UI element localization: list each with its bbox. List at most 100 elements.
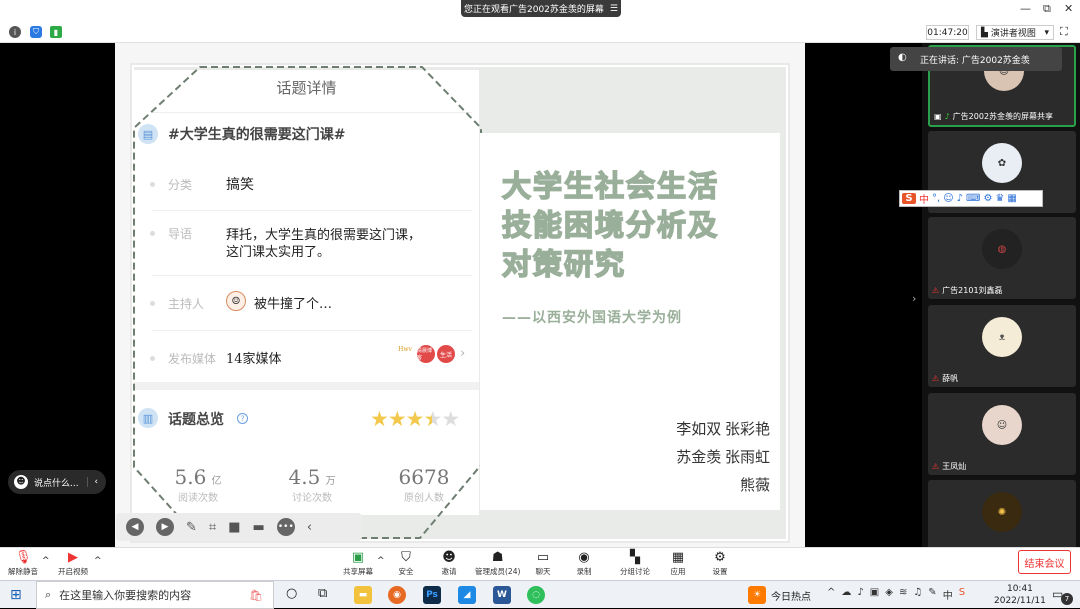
help-icon[interactable]: ? [237, 413, 248, 424]
chat-label: 聊天 [535, 567, 551, 576]
mic-icon[interactable]: ♪ [957, 193, 963, 204]
meeting-tray-icon[interactable]: ▣ [870, 587, 879, 602]
wifi-icon[interactable]: ≋ [899, 587, 907, 602]
cortana-icon[interactable]: ○ [286, 586, 297, 601]
emoji-icon[interactable]: ☺ [943, 193, 953, 204]
chat-input[interactable]: ☻ 说点什么... ‹ [8, 470, 106, 494]
participant-sidebar: ☺ ▣ ♪ 广告2002苏金羡的屏幕共享 ✿ ◍ ⚠ 广告2101刘鑫磊 ᴥ ⚠ 薛帆 … [922, 43, 1080, 562]
speaking-indicator: ◐ 正在讲话: 广告2002苏金羡 [890, 47, 1062, 71]
breakout-button[interactable]: ▚ 分组讨论 [620, 550, 650, 577]
stat-label: 原创人数 [404, 493, 444, 504]
network-icon[interactable]: ◈ [885, 587, 893, 602]
firefox-icon[interactable]: ◉ [388, 586, 406, 604]
signal-icon[interactable]: ▮ [50, 26, 62, 38]
media-label: 发布媒体 [168, 352, 217, 366]
tile-name: ▣ ♪ 广告2002苏金羡的屏幕共享 [934, 111, 1053, 122]
chevron-left-icon[interactable]: ‹ [87, 477, 98, 487]
tools-icon[interactable]: ⚙ [983, 193, 992, 204]
keyboard-icon[interactable]: ⌨ [966, 193, 980, 204]
intro-row: 导语 拜托，大学生真的很需要这门课， 这门课太实用了。 [134, 215, 479, 273]
media-logo-2: 清晨博客 [417, 345, 435, 363]
mute-button[interactable]: 🎙 解除静音 [8, 550, 38, 577]
gear-icon: ⚙ [714, 550, 726, 565]
hot-news-label[interactable]: 今日热点 [771, 588, 811, 603]
chat-button[interactable]: ▭ 聊天 [535, 550, 551, 577]
ime-icon[interactable]: 中 [943, 587, 953, 602]
stat-number: 6678 [398, 465, 450, 489]
sogou-icon[interactable]: S [959, 587, 965, 602]
volume-icon[interactable]: ♫ [913, 587, 922, 602]
ime-mode-label[interactable]: 中 [919, 191, 929, 206]
taskbar-search[interactable]: ⌕ 在这里输入你要搜索的内容 🛍 [36, 581, 274, 609]
media-logo-1: Hwv [398, 346, 412, 353]
tile-participant[interactable]: ᴥ ⚠ 薛帆 [928, 305, 1076, 387]
invite-label: 邀请 [441, 567, 457, 576]
chevron-up-icon[interactable]: ^ [827, 587, 835, 602]
screenshot-icon[interactable]: ⌗ [209, 520, 216, 535]
tile-label: 王凤灿 [942, 462, 967, 471]
top-bar: 您正在观看广告2002苏金羡的屏幕 ☰ — ⧉ ✕ i ⛉ ▮ 01:47:20… [0, 0, 1080, 43]
tile-participant[interactable]: ◍ ⚠ 广告2101刘鑫磊 [928, 217, 1076, 299]
cloud-icon[interactable]: ☁ [841, 587, 851, 602]
comment-icon[interactable]: ▬ [253, 520, 265, 535]
media-row[interactable]: 发布媒体 14家媒体 Hwv 清晨博客 生活 › [134, 340, 479, 376]
meeting-app-icon[interactable]: ◢ [458, 586, 476, 604]
stat-discussions: 4.5 万 讨论次数 [272, 465, 352, 504]
file-explorer-icon[interactable]: ▬ [354, 586, 372, 604]
members-icon: ☗ [491, 550, 504, 565]
divider [152, 210, 472, 211]
viewing-banner[interactable]: 您正在观看广告2002苏金羡的屏幕 ☰ [461, 0, 621, 17]
minimize-button[interactable]: — [1020, 2, 1031, 15]
view-mode-button[interactable]: ▙ 演讲者视图 ▾ [976, 25, 1054, 40]
stat-reads: 5.6 亿 阅读次数 [158, 465, 238, 504]
divider [152, 330, 472, 331]
chevron-up-icon[interactable]: ^ [42, 556, 50, 566]
close-button[interactable]: ✕ [1064, 2, 1073, 15]
host-name[interactable]: 被牛撞了个… [254, 293, 332, 312]
word-icon[interactable]: W [493, 586, 511, 604]
photoshop-icon[interactable]: Ps [423, 586, 441, 604]
invite-button[interactable]: ☻ 邀请 [441, 550, 457, 577]
restore-button[interactable]: ⧉ [1043, 2, 1051, 16]
settings-button[interactable]: ⚙ 设置 [712, 550, 728, 577]
end-meeting-button[interactable]: 结束会议 [1018, 550, 1071, 574]
more-icon[interactable]: ••• [276, 518, 295, 536]
punctuation-icon[interactable]: °, [932, 193, 940, 204]
hamburger-icon[interactable]: ☰ [610, 4, 618, 14]
category-value: 搞笑 [226, 177, 254, 193]
pen-icon[interactable]: ✎ [186, 520, 197, 535]
video-button[interactable]: ▶ 开启视频 [58, 550, 88, 577]
fullscreen-icon[interactable]: ⛶ [1060, 25, 1068, 39]
star-icon: ★ [387, 407, 407, 431]
emoji-icon[interactable]: ☻ [14, 475, 28, 489]
tile-participant[interactable]: ☺ ⚠ 王凤灿 [928, 393, 1076, 475]
collapse-left-icon[interactable]: ‹ [307, 520, 312, 535]
task-view-icon[interactable]: ⧉ [318, 586, 327, 601]
skin-icon[interactable]: ♛ [995, 193, 1004, 204]
prev-slide-icon[interactable]: ◀ [126, 518, 144, 536]
apps-button[interactable]: ▦ 应用 [670, 550, 686, 577]
chevron-up-icon[interactable]: ^ [377, 556, 385, 566]
chevron-up-icon[interactable]: ^ [94, 556, 102, 566]
grid-icon[interactable]: ▦ [1007, 193, 1016, 204]
meeting-timer: 01:47:20 [926, 25, 969, 40]
members-button[interactable]: ☗ 管理成员(24) [475, 550, 520, 577]
record-button[interactable]: ◉ 录制 [576, 550, 592, 577]
shield-icon[interactable]: ⛉ [30, 26, 42, 38]
collapse-sidebar-icon[interactable]: › [912, 292, 916, 305]
next-slide-icon[interactable]: ▶ [156, 518, 174, 536]
topic-title: #大学生真的很需要这门课# [168, 127, 346, 143]
security-icon: ⛉ [401, 550, 411, 565]
windows-start-icon[interactable]: ⊞ [10, 587, 22, 603]
ime-toolbar[interactable]: S 中 °, ☺ ♪ ⌨ ⚙ ♛ ▦ [899, 190, 1043, 207]
search-icon: ⌕ [45, 588, 52, 601]
camera-icon[interactable]: ■ [228, 520, 240, 535]
wechat-icon[interactable]: ◌ [527, 586, 545, 604]
mic-icon[interactable]: ♪ [857, 587, 863, 602]
news-icon[interactable]: ☀ [748, 586, 766, 604]
pen-icon[interactable]: ✎ [928, 587, 936, 602]
security-button[interactable]: ⛉ 安全 [398, 550, 414, 577]
share-screen-button[interactable]: ▣ 共享屏幕 [343, 550, 373, 577]
info-icon[interactable]: i [9, 26, 21, 38]
clock[interactable]: 10:41 2022/11/11 [994, 583, 1046, 607]
